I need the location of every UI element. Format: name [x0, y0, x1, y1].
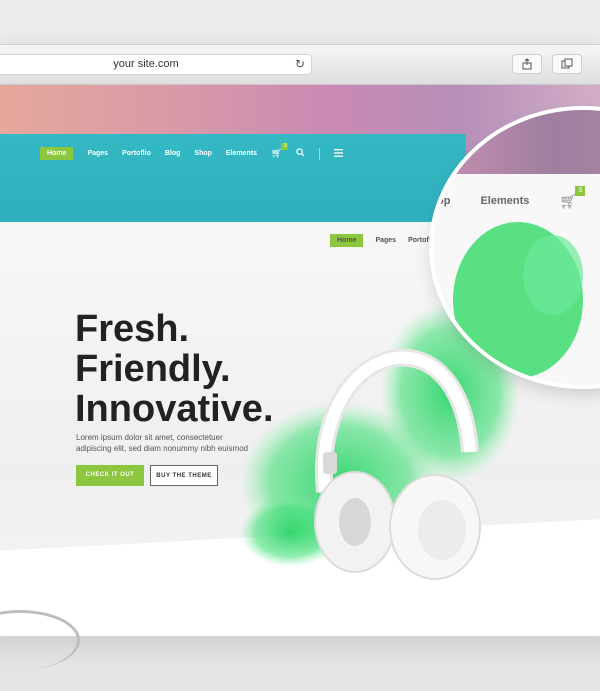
buy-theme-button[interactable]: BUY THE THEME [150, 465, 218, 486]
cart-icon-zoomed[interactable]: 🛒︎ 3 [559, 185, 586, 210]
menu-icon[interactable] [334, 148, 344, 159]
cart-badge: 3 [281, 143, 289, 150]
cart-badge-zoomed: 3 [575, 185, 586, 196]
white-navigation: Home Pages Portoflio [330, 234, 437, 247]
nav-blog[interactable]: Blog [165, 150, 181, 157]
check-it-out-button[interactable]: CHECK IT OUT [76, 465, 144, 486]
nav-home[interactable]: Home [40, 147, 74, 160]
tabs-icon [561, 58, 573, 69]
magnifier-lens: op Elements 🛒︎ 3 [433, 110, 600, 385]
search-icon[interactable] [296, 148, 305, 159]
share-icon [522, 58, 532, 70]
share-button[interactable] [512, 54, 542, 74]
nav-shop-zoomed[interactable]: op [437, 195, 450, 207]
hinge-left [323, 452, 337, 474]
magnified-navigation: op Elements 🛒︎ 3 [437, 185, 600, 210]
nav-divider [319, 147, 321, 160]
address-text: your site.com [113, 58, 179, 70]
magnifier-gradient [433, 110, 600, 174]
teal-header-panel: Home Pages Portoflio Blog Shop Elements … [0, 134, 466, 222]
teal-navigation: Home Pages Portoflio Blog Shop Elements … [40, 143, 344, 160]
hero-body-text: Lorem ipsum dolor sit amet, consectetuer… [76, 433, 249, 453]
address-bar[interactable]: your site.com ↻ [0, 54, 312, 75]
tabs-button[interactable] [552, 54, 582, 74]
reload-icon[interactable]: ↻ [295, 55, 305, 74]
nav-portfolio[interactable]: Portoflio [122, 150, 151, 157]
nav-shop[interactable]: Shop [194, 150, 212, 157]
nav-pages[interactable]: Pages [375, 237, 396, 244]
nav-elements-zoomed[interactable]: Elements [480, 195, 529, 207]
magnified-splash [453, 222, 583, 378]
nav-pages[interactable]: Pages [87, 150, 108, 157]
cart-icon[interactable]: 🛒︎ 3 [271, 143, 289, 159]
nav-elements[interactable]: Elements [226, 150, 257, 157]
nav-home[interactable]: Home [330, 234, 364, 247]
browser-chrome: your site.com ↻ [0, 45, 600, 85]
mockup-stage: your site.com ↻ Home Pages Portoflio Blo… [0, 0, 600, 691]
